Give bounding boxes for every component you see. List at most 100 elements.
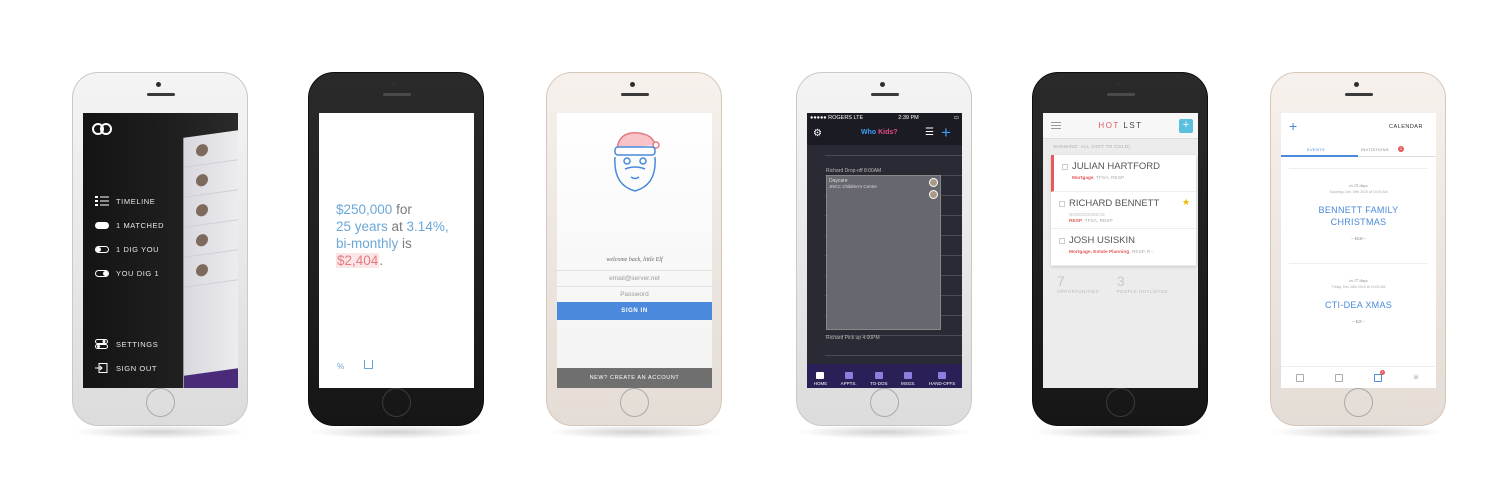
frequency-value[interactable]: bi-monthly [336,236,398,251]
last-name: HARTFORD [1107,161,1160,172]
gift-icon[interactable] [1296,373,1305,382]
toggle-right-icon [95,268,109,278]
event-card[interactable]: in 17 days Friday, Dec 18th 2015 at 10:0… [1289,263,1428,347]
calendar-icon [844,372,853,379]
battery-icon: ▭ [953,115,959,121]
day-calendar: Richard Drop-off 8:00AM Daycare JNCC Chi… [807,145,962,364]
clock-label: 2:39 PM [898,115,919,121]
add-icon[interactable]: + [1289,118,1297,134]
home-button[interactable] [382,388,411,417]
gear-icon[interactable]: ⚙ [813,128,822,139]
phone-4: ●●●●● ROGERS LTE 2:39 PM ▭ ⚙ Who Kids? ☰… [796,72,972,426]
contact-row[interactable]: JULIAN HARTFORD Mortgage, TFSA, RESP [1051,155,1196,192]
phone-1: TIMELINE 1 MATCHED 1 DIG YOU YOU DIG 1 S… [72,72,248,426]
speaker [871,93,899,96]
menu-item-timeline[interactable]: TIMELINE [95,195,164,207]
checkbox[interactable] [1062,164,1068,170]
avatar [929,178,938,187]
stat-number: 3 [1116,273,1125,289]
create-account-button[interactable]: NEW? CREATE AN ACCOUNT [557,368,712,388]
term-value[interactable]: 25 years [336,219,388,234]
event-label[interactable]: Richard Pick up 4:00PM [826,335,880,341]
home-button[interactable] [146,388,175,417]
home-button[interactable] [620,388,649,417]
app-screen-calendar: + CALENDAR EVENTS INVITATIONS 1 in 15 da… [1281,113,1436,388]
add-icon[interactable]: + [941,123,951,143]
contact-list: JULIAN HARTFORD Mortgage, TFSA, RESP RIC… [1051,155,1196,266]
status-bar: ●●●●● ROGERS LTE 2:39 PM ▭ [807,113,962,123]
home-button[interactable] [870,388,899,417]
rate-value[interactable]: 3.14%, [407,219,449,234]
home-button[interactable] [1106,388,1135,417]
contact-name: JULIAN HARTFORD [1072,161,1160,172]
tab-appts[interactable]: APPTS. [841,372,857,386]
menu-label: SETTINGS [116,339,159,349]
menu-item-you-dig[interactable]: YOU DIG 1 [95,267,164,279]
event-date: Friday, Dec 18th 2015 at 10:00 AM [1331,285,1386,289]
first-name: JOSH [1069,235,1097,246]
tab-label: MSGS. [901,381,916,386]
menu-label: SIGN OUT [116,363,158,373]
checkbox[interactable] [1059,201,1065,207]
filter-label[interactable]: SHOWING: ALL (HOT TO COLD) [1053,144,1130,149]
calendar-icon[interactable]: 1 [1373,369,1385,382]
menu-item-settings[interactable]: SETTINGS [95,338,158,350]
phone-5: HOT LST + SHOWING: ALL (HOT TO COLD) JUL… [1032,72,1208,426]
message-icon [904,372,913,379]
percent-icon[interactable]: % [337,362,344,371]
period-text: . [379,253,384,268]
event-label[interactable]: Richard Drop-off 8:00AM [826,168,881,174]
menu-item-matched[interactable]: 1 MATCHED [95,219,164,231]
santa-logo-icon [609,127,661,200]
bottom-tab-bar: 1 ✳ [1281,366,1436,388]
first-name: JULIAN [1072,161,1108,172]
people-icon[interactable] [1335,373,1344,382]
list-icon[interactable]: ☰ [925,127,934,138]
tab-handoffs[interactable]: HAND-OFFS [929,372,955,386]
home-button[interactable] [1344,388,1373,417]
contact-row[interactable]: JOSH USISKIN Mortgage, Estate Planning, … [1051,229,1196,266]
checkbox[interactable] [1059,238,1065,244]
welcome-text: welcome back, little Elf [606,257,663,263]
principal-value[interactable]: $250,000 [336,202,392,217]
speaker [1345,93,1373,96]
active-tab-indicator [1281,155,1358,157]
tab-label: HOME [813,381,828,386]
sign-in-button[interactable]: SIGN IN [557,302,712,320]
speaker [621,93,649,96]
tab-msgs[interactable]: MSGS. [901,372,916,386]
tab-events[interactable]: EVENTS [1307,147,1325,152]
menu-item-dig-you[interactable]: 1 DIG YOU [95,243,164,255]
event-name-line: BENNETT FAMILY [1318,205,1399,215]
add-button[interactable]: + [1179,119,1193,133]
contact-tags: RESP, TFSA, RESP [1069,219,1113,224]
app-screen-schedule: ●●●●● ROGERS LTE 2:39 PM ▭ ⚙ Who Kids? ☰… [807,113,962,388]
bottom-menu: SETTINGS SIGN OUT [95,338,158,386]
front-camera [1354,82,1359,87]
event-date: Saturday, Dec 19th 2015 at 10:00 AM [1329,190,1388,194]
phone-2: $250,000 for 25 years at 3.14%, bi-month… [308,72,484,426]
phone-shadow [546,425,722,439]
speaker [1107,93,1135,96]
speaker [383,93,411,96]
tab-todos[interactable]: TO-DOS [870,372,888,386]
timeline-icon [95,196,109,206]
tab-home[interactable]: HOME [813,372,828,386]
menu-item-sign-out[interactable]: SIGN OUT [95,362,158,374]
calculation-sentence: $250,000 for 25 years at 3.14%, bi-month… [336,201,471,269]
password-field[interactable]: Password [557,286,712,302]
event-block[interactable]: Daycare JNCC Children's Centre [826,175,941,330]
event-card[interactable]: in 15 days Saturday, Dec 19th 2015 at 10… [1289,168,1428,252]
contact-tags: Mortgage, Estate Planning, RESP, R... [1069,250,1155,255]
stat-hotlisted: 3 PEOPLE HOTLISTED [1117,273,1168,294]
tab-invitations[interactable]: INVITATIONS [1361,147,1389,152]
share-icon[interactable] [364,360,373,369]
email-field[interactable]: email@server.net [557,270,712,286]
star-icon[interactable]: ★ [1182,197,1190,208]
front-camera [630,82,635,87]
snowflake-icon[interactable]: ✳ [1413,373,1421,382]
contact-row[interactable]: RICHARD BENNETT ★ NOGOOSIGNCIS RESP, TFS… [1051,192,1196,229]
app-screen-hotlist: HOT LST + SHOWING: ALL (HOT TO COLD) JUL… [1043,113,1198,388]
event-name-line: CTI-DEA XMAS [1324,300,1393,310]
matched-icon [95,220,109,230]
